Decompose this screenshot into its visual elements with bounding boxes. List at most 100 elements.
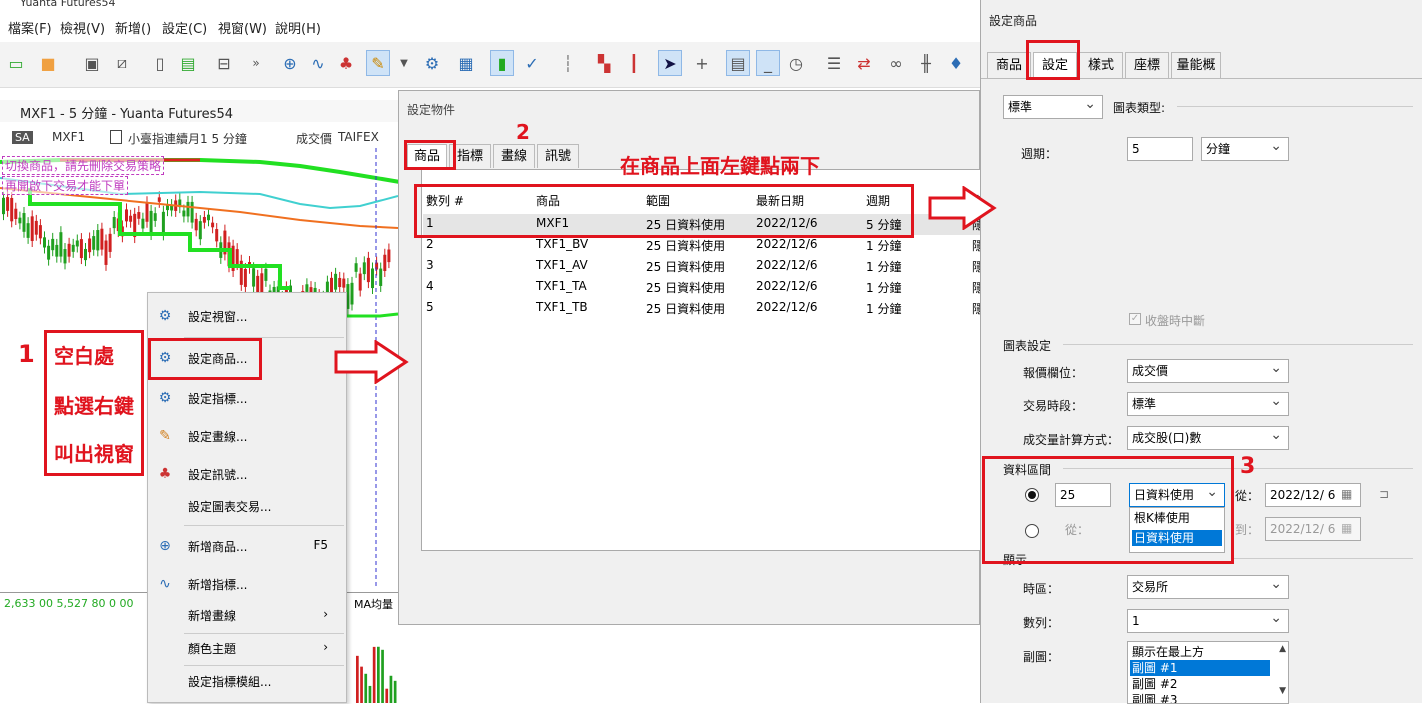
link-icon[interactable]: ⊐	[1379, 487, 1389, 501]
series-select[interactable]: 1	[1127, 607, 1289, 633]
subchart-option[interactable]: 顯示在最上方	[1130, 644, 1270, 660]
tab-product[interactable]: 商品	[987, 52, 1031, 78]
sa-badge[interactable]: SA	[12, 131, 33, 144]
chevron-right-icon: ›	[323, 607, 328, 621]
add-product-toolbar-icon[interactable]: ⊕	[278, 50, 302, 76]
link-icon[interactable]: ∞	[884, 50, 908, 76]
calendar-icon-2[interactable]: ▦	[1341, 521, 1352, 535]
ctx-item-window-settings[interactable]: ⚙ 設定視窗...	[148, 301, 346, 331]
menu-help[interactable]: 說明(H)	[275, 18, 321, 37]
bar-chart-icon[interactable]: ┆	[556, 50, 580, 76]
menu-settings[interactable]: 設定(C)	[162, 18, 207, 37]
scroll-down-icon[interactable]: ▼	[1279, 686, 1286, 696]
note-icon[interactable]: ▤	[726, 50, 750, 76]
subchart-option[interactable]: 副圖 #1	[1130, 660, 1270, 676]
table-cell[interactable]: TXF1_AV	[536, 258, 588, 272]
volume-icon[interactable]: ┃	[622, 50, 646, 76]
open-folder-icon[interactable]: ■	[36, 50, 60, 76]
drawing-dropdown-icon[interactable]: ▼	[392, 50, 416, 76]
crosshair-icon[interactable]: +	[690, 50, 714, 76]
add-indicator-toolbar-icon[interactable]: ∿	[306, 50, 330, 76]
period-input[interactable]: 5	[1127, 137, 1193, 161]
ctx-item-indicator-settings[interactable]: ⚙ 設定指標...	[148, 383, 346, 413]
tab-coordinates[interactable]: 座標	[1125, 52, 1169, 78]
session-select[interactable]: 標準	[1127, 390, 1289, 416]
period-unit-select[interactable]: 分鐘	[1201, 135, 1289, 161]
table-cell[interactable]: 25 日資料使用	[646, 279, 725, 296]
save-icon[interactable]: ▣	[80, 50, 104, 76]
checkbox-icon[interactable]	[110, 130, 122, 144]
line-chart-icon[interactable]: ✓	[520, 50, 544, 76]
tab-style[interactable]: 樣式	[1079, 52, 1123, 78]
table-cell[interactable]: TXF1_TB	[536, 300, 588, 314]
subchart-option[interactable]: 副圖 #2	[1130, 676, 1270, 692]
table-cell[interactable]: 4	[426, 279, 434, 293]
toolbar-expand-icon[interactable]: »	[244, 50, 268, 76]
table-cell[interactable]: TXF1_TA	[536, 279, 587, 293]
table-cell[interactable]: 1 分鐘	[866, 258, 901, 275]
session-break-checkbox[interactable]: ✓	[1129, 313, 1141, 325]
signal-toolbar-icon[interactable]: ♣	[334, 50, 358, 76]
chart-symbol[interactable]: MXF1	[52, 130, 85, 144]
subchart-option[interactable]: 副圖 #3	[1130, 692, 1270, 703]
chart-type-select[interactable]: 標準	[1003, 93, 1103, 119]
menu-window[interactable]: 視窗(W)	[218, 18, 267, 37]
window-icon[interactable]: ⊟	[212, 50, 236, 76]
document-icon[interactable]: ▯	[148, 50, 172, 76]
table-cell[interactable]: 2022/12/6	[756, 300, 818, 314]
table-cell[interactable]: 2	[426, 237, 434, 251]
table-cell[interactable]: 25 日資料使用	[646, 237, 725, 254]
table-cell[interactable]: 2022/12/6	[756, 237, 818, 251]
tab-volume-profile[interactable]: 量能概況	[1171, 52, 1221, 99]
drawing-tool-icon[interactable]: ✎	[366, 50, 390, 76]
timezone-select[interactable]: 交易所	[1127, 573, 1289, 599]
new-chart-icon[interactable]: ▭	[4, 50, 28, 76]
table-cell[interactable]: 5	[426, 300, 434, 314]
list-icon[interactable]: ☰	[822, 50, 846, 76]
trade-icon[interactable]: ⇄	[852, 50, 876, 76]
chart-product-name: 小臺指連續月1 5 分鐘	[128, 132, 247, 146]
filter-icon[interactable]: ♦	[944, 50, 968, 76]
table-cell[interactable]: 2022/12/6	[756, 279, 818, 293]
clock-icon[interactable]: ◷	[784, 50, 808, 76]
table-cell[interactable]: 2022/12/6	[756, 258, 818, 272]
horizontal-line-icon[interactable]: _	[756, 50, 780, 76]
candle-body	[334, 273, 338, 290]
volume-calc-select[interactable]: 成交股(口)數	[1127, 424, 1289, 450]
table-cell[interactable]: 1 分鐘	[866, 300, 901, 317]
tab-signal[interactable]: 訊號	[537, 144, 579, 168]
table-cell[interactable]: 25 日資料使用	[646, 258, 725, 275]
candle-body	[354, 263, 358, 272]
menu-new[interactable]: 新增()	[115, 18, 151, 37]
blank-page-icon[interactable]: ⧄	[110, 50, 134, 76]
ctx-item-add-indicator[interactable]: ∿ 新增指標...	[148, 569, 346, 599]
menu-file[interactable]: 檔案(F)	[8, 18, 52, 37]
heatmap-icon[interactable]: ▚	[592, 50, 616, 76]
menu-view[interactable]: 檢視(V)	[60, 18, 105, 37]
table-cell[interactable]: 1 分鐘	[866, 279, 901, 296]
ctx-item-signal-settings[interactable]: ♣ 設定訊號...	[148, 459, 346, 489]
tick-icon[interactable]: ╫	[914, 50, 938, 76]
subchart-listbox[interactable]: 顯示在最上方 副圖 #1 副圖 #2 副圖 #3 ▲ ▼	[1127, 641, 1289, 704]
chart-settings-icon[interactable]: ▦	[454, 50, 478, 76]
table-cell[interactable]: 25 日資料使用	[646, 300, 725, 317]
ctx-item-chart-trading[interactable]: 設定圖表交易...	[148, 491, 346, 521]
scroll-up-icon[interactable]: ▲	[1279, 644, 1286, 654]
calendar-icon[interactable]: ▦	[1341, 487, 1352, 501]
quote-field-select[interactable]: 成交價	[1127, 357, 1289, 383]
table-cell[interactable]: 3	[426, 258, 434, 272]
ctx-item-drawing-settings[interactable]: ✎ 設定畫線...	[148, 421, 346, 451]
ctx-item-color-theme[interactable]: 顏色主題 ›	[148, 633, 346, 663]
export-icon[interactable]: ▤	[176, 50, 200, 76]
candlestick-icon[interactable]: ▮	[490, 50, 514, 76]
ctx-item-indicator-module[interactable]: 設定指標模組...	[148, 666, 346, 696]
candle-body	[30, 216, 34, 242]
table-cell[interactable]: 1 分鐘	[866, 237, 901, 254]
ctx-item-add-product[interactable]: ⊕ 新增商品... F5	[148, 531, 346, 561]
table-cell[interactable]: TXF1_BV	[536, 237, 588, 251]
tab-drawing[interactable]: 畫線	[493, 144, 535, 168]
ctx-item-add-drawing[interactable]: 新增畫線 ›	[148, 600, 346, 630]
pointer-icon[interactable]: ➤	[658, 50, 682, 76]
gear-icon[interactable]: ⚙	[420, 50, 444, 76]
settings-panel: 標準 圖表類型: 週期： 5 分鐘 ✓ 收盤時中斷 圖表設定 報價欄位： 成交價…	[981, 78, 1422, 704]
